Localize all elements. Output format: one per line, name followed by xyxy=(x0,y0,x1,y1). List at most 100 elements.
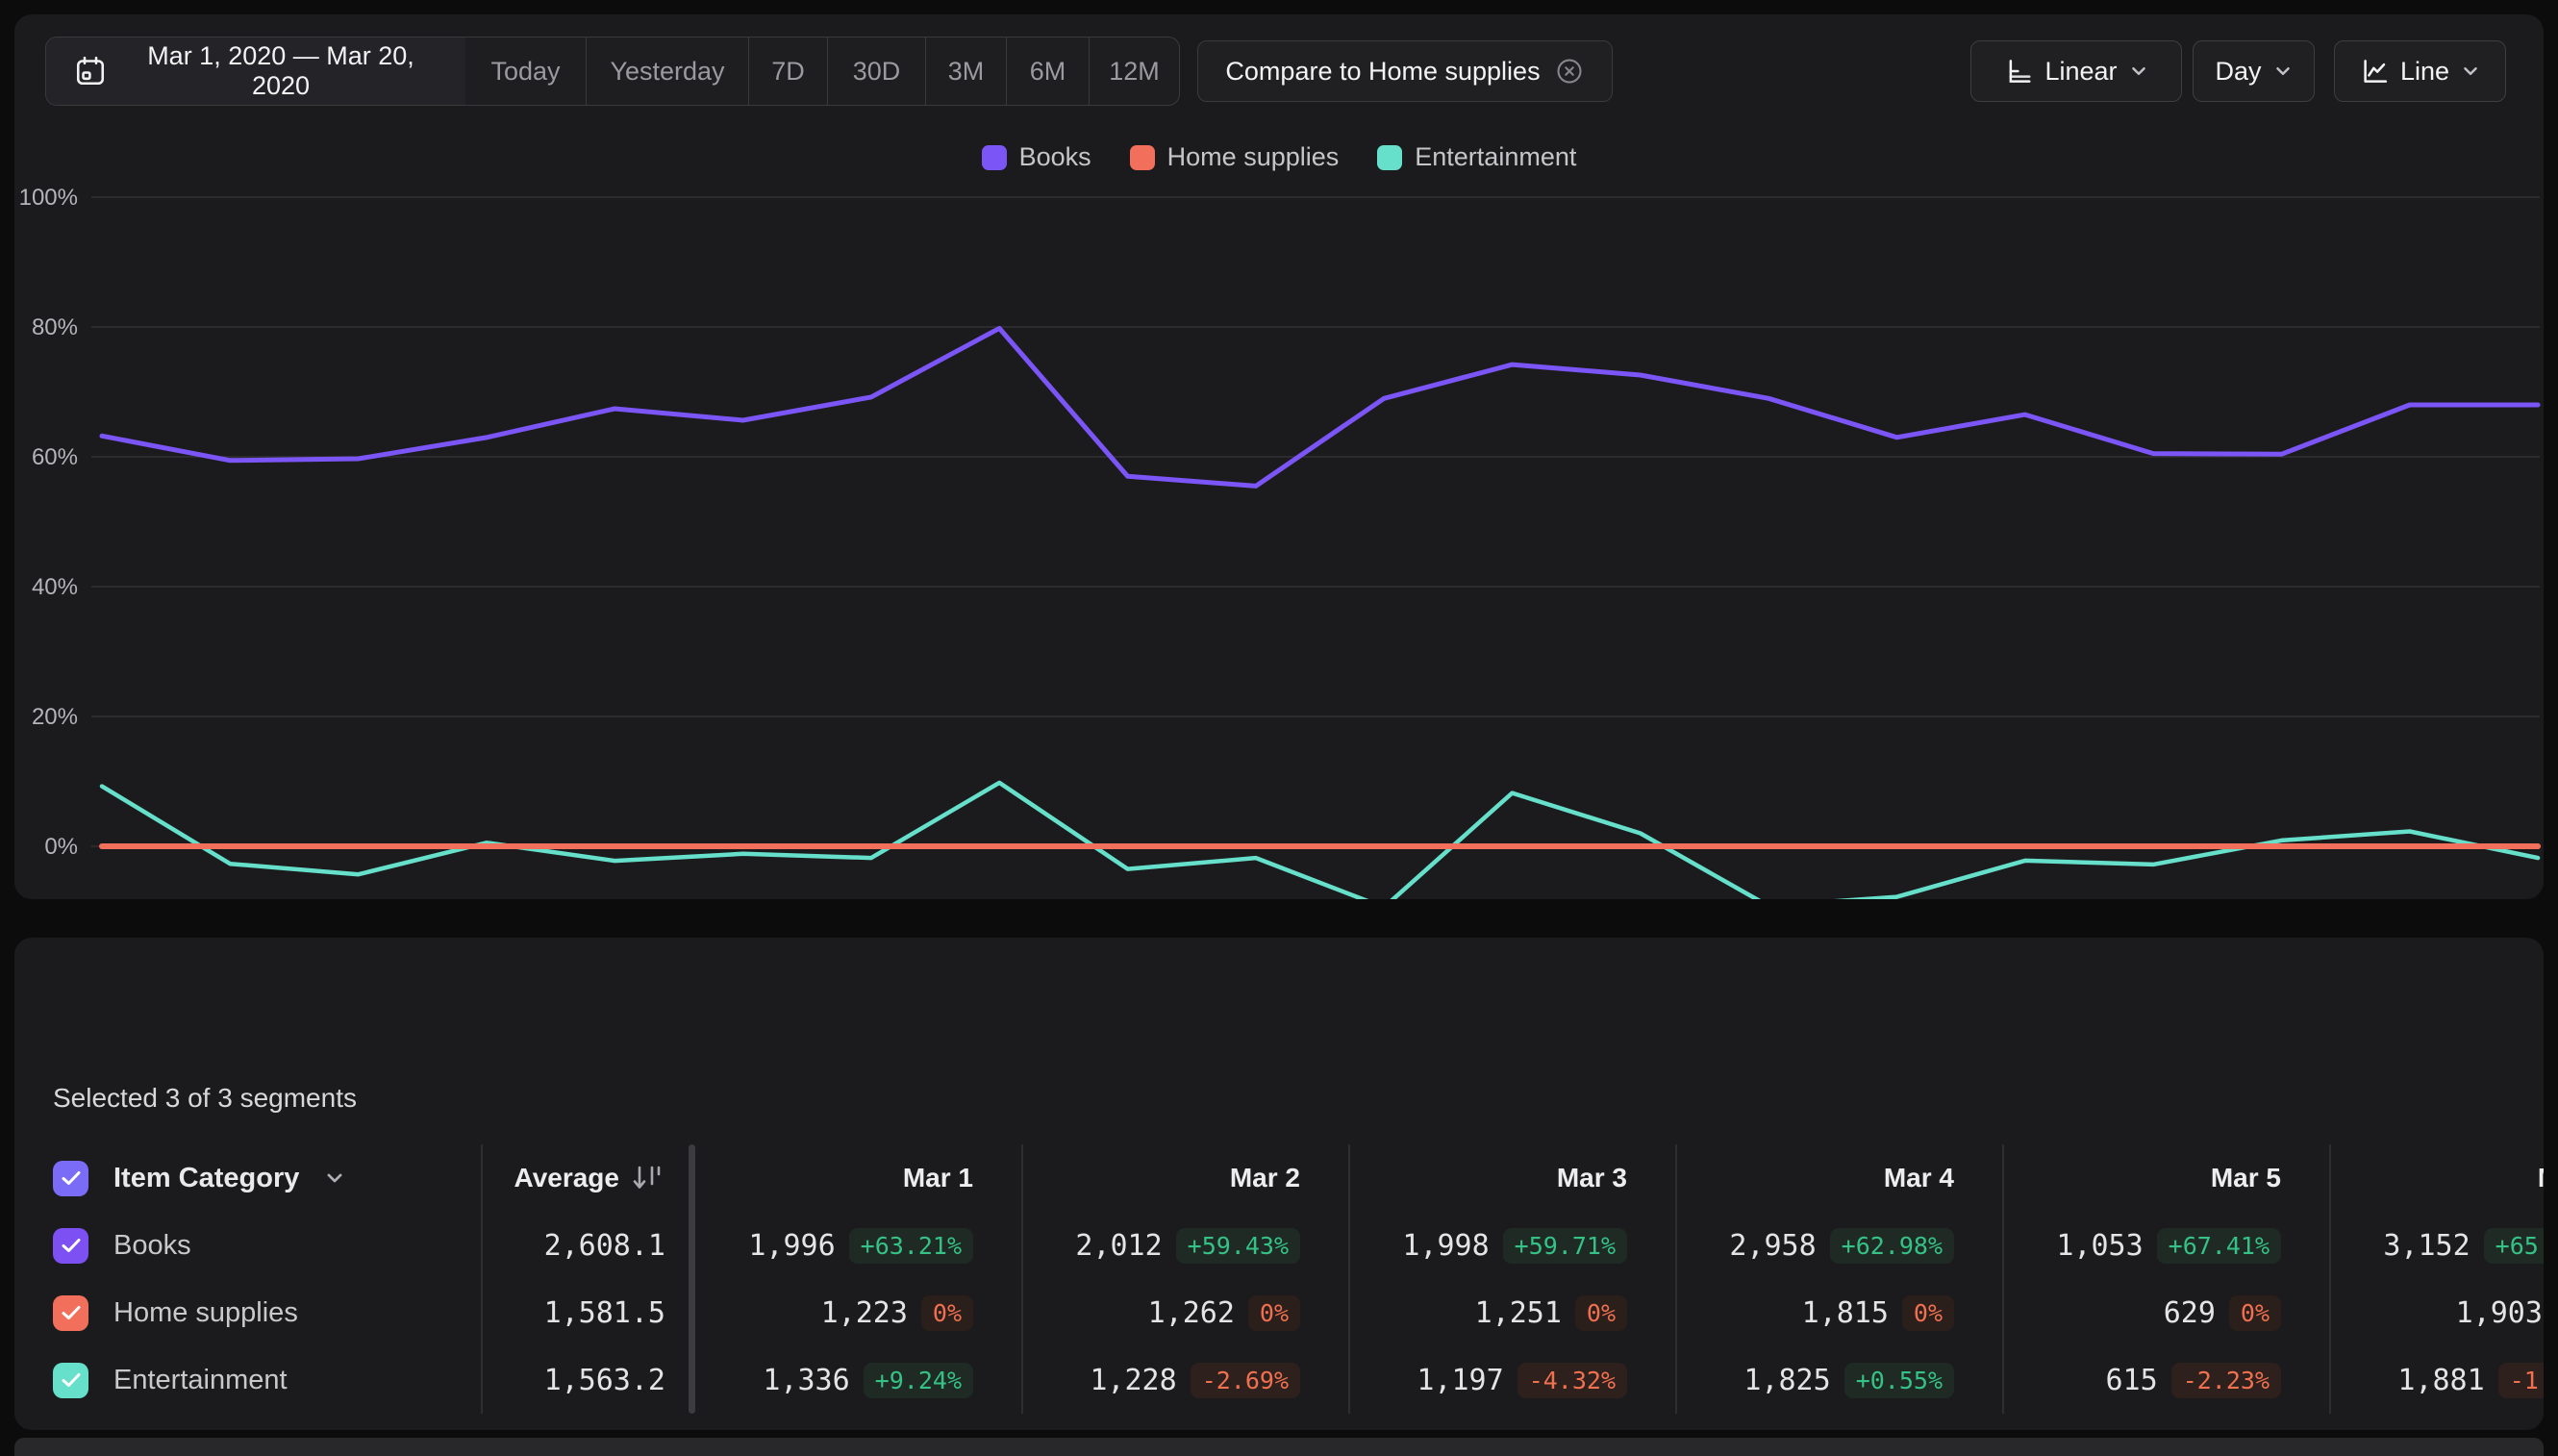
change-badge: 0% xyxy=(1248,1295,1300,1331)
select-all-checkbox[interactable] xyxy=(53,1161,88,1196)
day-value-cell: 1,223 0% xyxy=(694,1279,1021,1346)
row-checkbox-home-supplies[interactable] xyxy=(53,1295,88,1331)
y-axis-labels: 100%80%60%40%20%0% xyxy=(19,185,78,860)
cell-value: 1,053 xyxy=(2056,1229,2143,1263)
day-header-label: Mar 3 xyxy=(1557,1163,1627,1193)
table-card: Selected 3 of 3 segments Item CategoryAv… xyxy=(14,938,2544,1430)
change-badge: -2.23% xyxy=(2171,1363,2281,1398)
check-icon xyxy=(61,1304,82,1321)
series-line-books xyxy=(102,328,2538,486)
day-column-header: Mar 3 xyxy=(1348,1144,1675,1212)
change-badge: +63.21% xyxy=(849,1228,973,1264)
cell-value: 1,996 xyxy=(748,1229,835,1263)
row-checkbox-entertainment[interactable] xyxy=(53,1363,88,1398)
table-row-books: Books 2,608.1 1,996 +63.21% 2,012 +59.43% 1,99… xyxy=(14,1212,2544,1279)
day-value-cell: 1,336 +9.24% xyxy=(694,1346,1021,1414)
day-value-cell: 1,251 0% xyxy=(1348,1279,1675,1346)
column-divider xyxy=(2002,1144,2004,1414)
cell-value: 629 xyxy=(2164,1296,2216,1330)
average-value-cell: 1,563.2 xyxy=(481,1346,690,1414)
dashboard-page: Mar 1, 2020 — Mar 20, 2020 TodayYesterda… xyxy=(0,0,2558,1456)
average-value: 1,581.5 xyxy=(544,1296,665,1330)
day-value-cell: 1,996 +63.21% xyxy=(694,1212,1021,1279)
check-icon xyxy=(61,1237,82,1254)
average-value: 2,608.1 xyxy=(544,1229,665,1263)
row-checkbox-books[interactable] xyxy=(53,1228,88,1264)
day-header-label: Mar 2 xyxy=(1230,1163,1300,1193)
segments-summary: Selected 3 of 3 segments xyxy=(53,1083,357,1114)
day-header-label: Mar 1 xyxy=(903,1163,973,1193)
change-badge: +0.55% xyxy=(1844,1363,1954,1398)
cell-value: 615 xyxy=(2106,1364,2158,1397)
cell-value: 1,262 xyxy=(1148,1296,1235,1330)
column-divider xyxy=(1348,1144,1350,1414)
cell-value: 1,881 xyxy=(2397,1364,2484,1397)
column-divider xyxy=(1021,1144,1023,1414)
row-category-cell: Entertainment xyxy=(53,1346,288,1414)
cell-value: 1,223 xyxy=(821,1296,908,1330)
change-badge: 0% xyxy=(1575,1295,1627,1331)
day-column-header: Mar 1 xyxy=(694,1144,1021,1212)
freeze-divider-handle[interactable] xyxy=(689,1144,695,1414)
cell-value: 3,152 xyxy=(2383,1229,2470,1263)
table-row-entertainment: Entertainment 1,563.2 1,336 +9.24% 1,228 -2.6… xyxy=(14,1346,2544,1414)
cell-value: 1,903 xyxy=(2456,1296,2543,1330)
change-badge: 0% xyxy=(1902,1295,1954,1331)
chart-card: Mar 1, 2020 — Mar 20, 2020 TodayYesterda… xyxy=(14,14,2544,899)
day-value-cell: 615 -2.23% xyxy=(2002,1346,2329,1414)
cell-value: 1,815 xyxy=(1802,1296,1889,1330)
day-column-header: Mar 5 xyxy=(2002,1144,2329,1212)
line-chart[interactable]: 100%80%60%40%20%0%Mar 1Mar 2Mar 3Mar 4Ma… xyxy=(14,14,2544,899)
average-value: 1,563.2 xyxy=(544,1364,665,1397)
row-label: Home supplies xyxy=(113,1297,298,1329)
category-chevron-icon[interactable] xyxy=(324,1167,345,1189)
column-divider xyxy=(2329,1144,2331,1414)
row-label: Books xyxy=(113,1230,191,1262)
row-category-cell: Home supplies xyxy=(53,1279,298,1346)
cell-value: 2,012 xyxy=(1075,1229,1162,1263)
day-header-label: Mar 4 xyxy=(1884,1163,1954,1193)
gridlines xyxy=(91,197,2540,846)
day-value-cell: 1,228 -2.69% xyxy=(1021,1346,1348,1414)
change-badge: 0% xyxy=(2229,1295,2281,1331)
average-header-cell[interactable]: Average xyxy=(481,1144,690,1212)
check-icon xyxy=(61,1371,82,1389)
day-value-cell: 3,152+65.63% xyxy=(2329,1212,2544,1279)
change-badge: +9.24% xyxy=(864,1363,973,1398)
change-badge: -1.16% xyxy=(2498,1363,2544,1398)
cell-value: 1,251 xyxy=(1475,1296,1562,1330)
change-badge: +62.98% xyxy=(1830,1228,1954,1264)
column-divider xyxy=(1675,1144,1677,1414)
day-header-label: Mar 6 xyxy=(2538,1163,2544,1193)
svg-text:80%: 80% xyxy=(32,314,78,340)
day-value-cell: 1,197-4.32% xyxy=(1348,1346,1675,1414)
change-badge: 0% xyxy=(921,1295,973,1331)
row-label: Entertainment xyxy=(113,1365,288,1396)
average-value-cell: 1,581.5 xyxy=(481,1279,690,1346)
day-value-cell: 2,958 +62.98% xyxy=(1675,1212,2002,1279)
segments-table: Item CategoryAverageMar 1Mar 2Mar 3Mar 4… xyxy=(14,1144,2544,1414)
change-badge: +59.43% xyxy=(1176,1228,1300,1264)
cell-value: 2,958 xyxy=(1729,1229,1816,1263)
cell-value: 1,825 xyxy=(1743,1364,1830,1397)
change-badge: -2.69% xyxy=(1191,1363,1300,1398)
column-divider xyxy=(481,1144,483,1414)
table-header-row: Item CategoryAverageMar 1Mar 2Mar 3Mar 4… xyxy=(14,1144,2544,1212)
cell-value: 1,336 xyxy=(763,1364,849,1397)
day-column-header: Mar 4 xyxy=(1675,1144,2002,1212)
svg-text:60%: 60% xyxy=(32,444,78,470)
series-line-entertainment xyxy=(102,783,2538,899)
day-column-header: Mar 6 xyxy=(2329,1144,2544,1212)
day-value-cell: 1,262 0% xyxy=(1021,1279,1348,1346)
day-value-cell: 629 0% xyxy=(2002,1279,2329,1346)
check-icon xyxy=(61,1169,82,1187)
day-value-cell: 1,998+59.71% xyxy=(1348,1212,1675,1279)
day-value-cell: 1,9030% xyxy=(2329,1279,2544,1346)
day-header-label: Mar 5 xyxy=(2211,1163,2281,1193)
change-badge: -4.32% xyxy=(1517,1363,1627,1398)
day-value-cell: 1,881 -1.16% xyxy=(2329,1346,2544,1414)
day-value-cell: 1,825 +0.55% xyxy=(1675,1346,2002,1414)
change-badge: +67.41% xyxy=(2157,1228,2281,1264)
cell-value: 1,998 xyxy=(1402,1229,1489,1263)
cell-value: 1,228 xyxy=(1090,1364,1176,1397)
